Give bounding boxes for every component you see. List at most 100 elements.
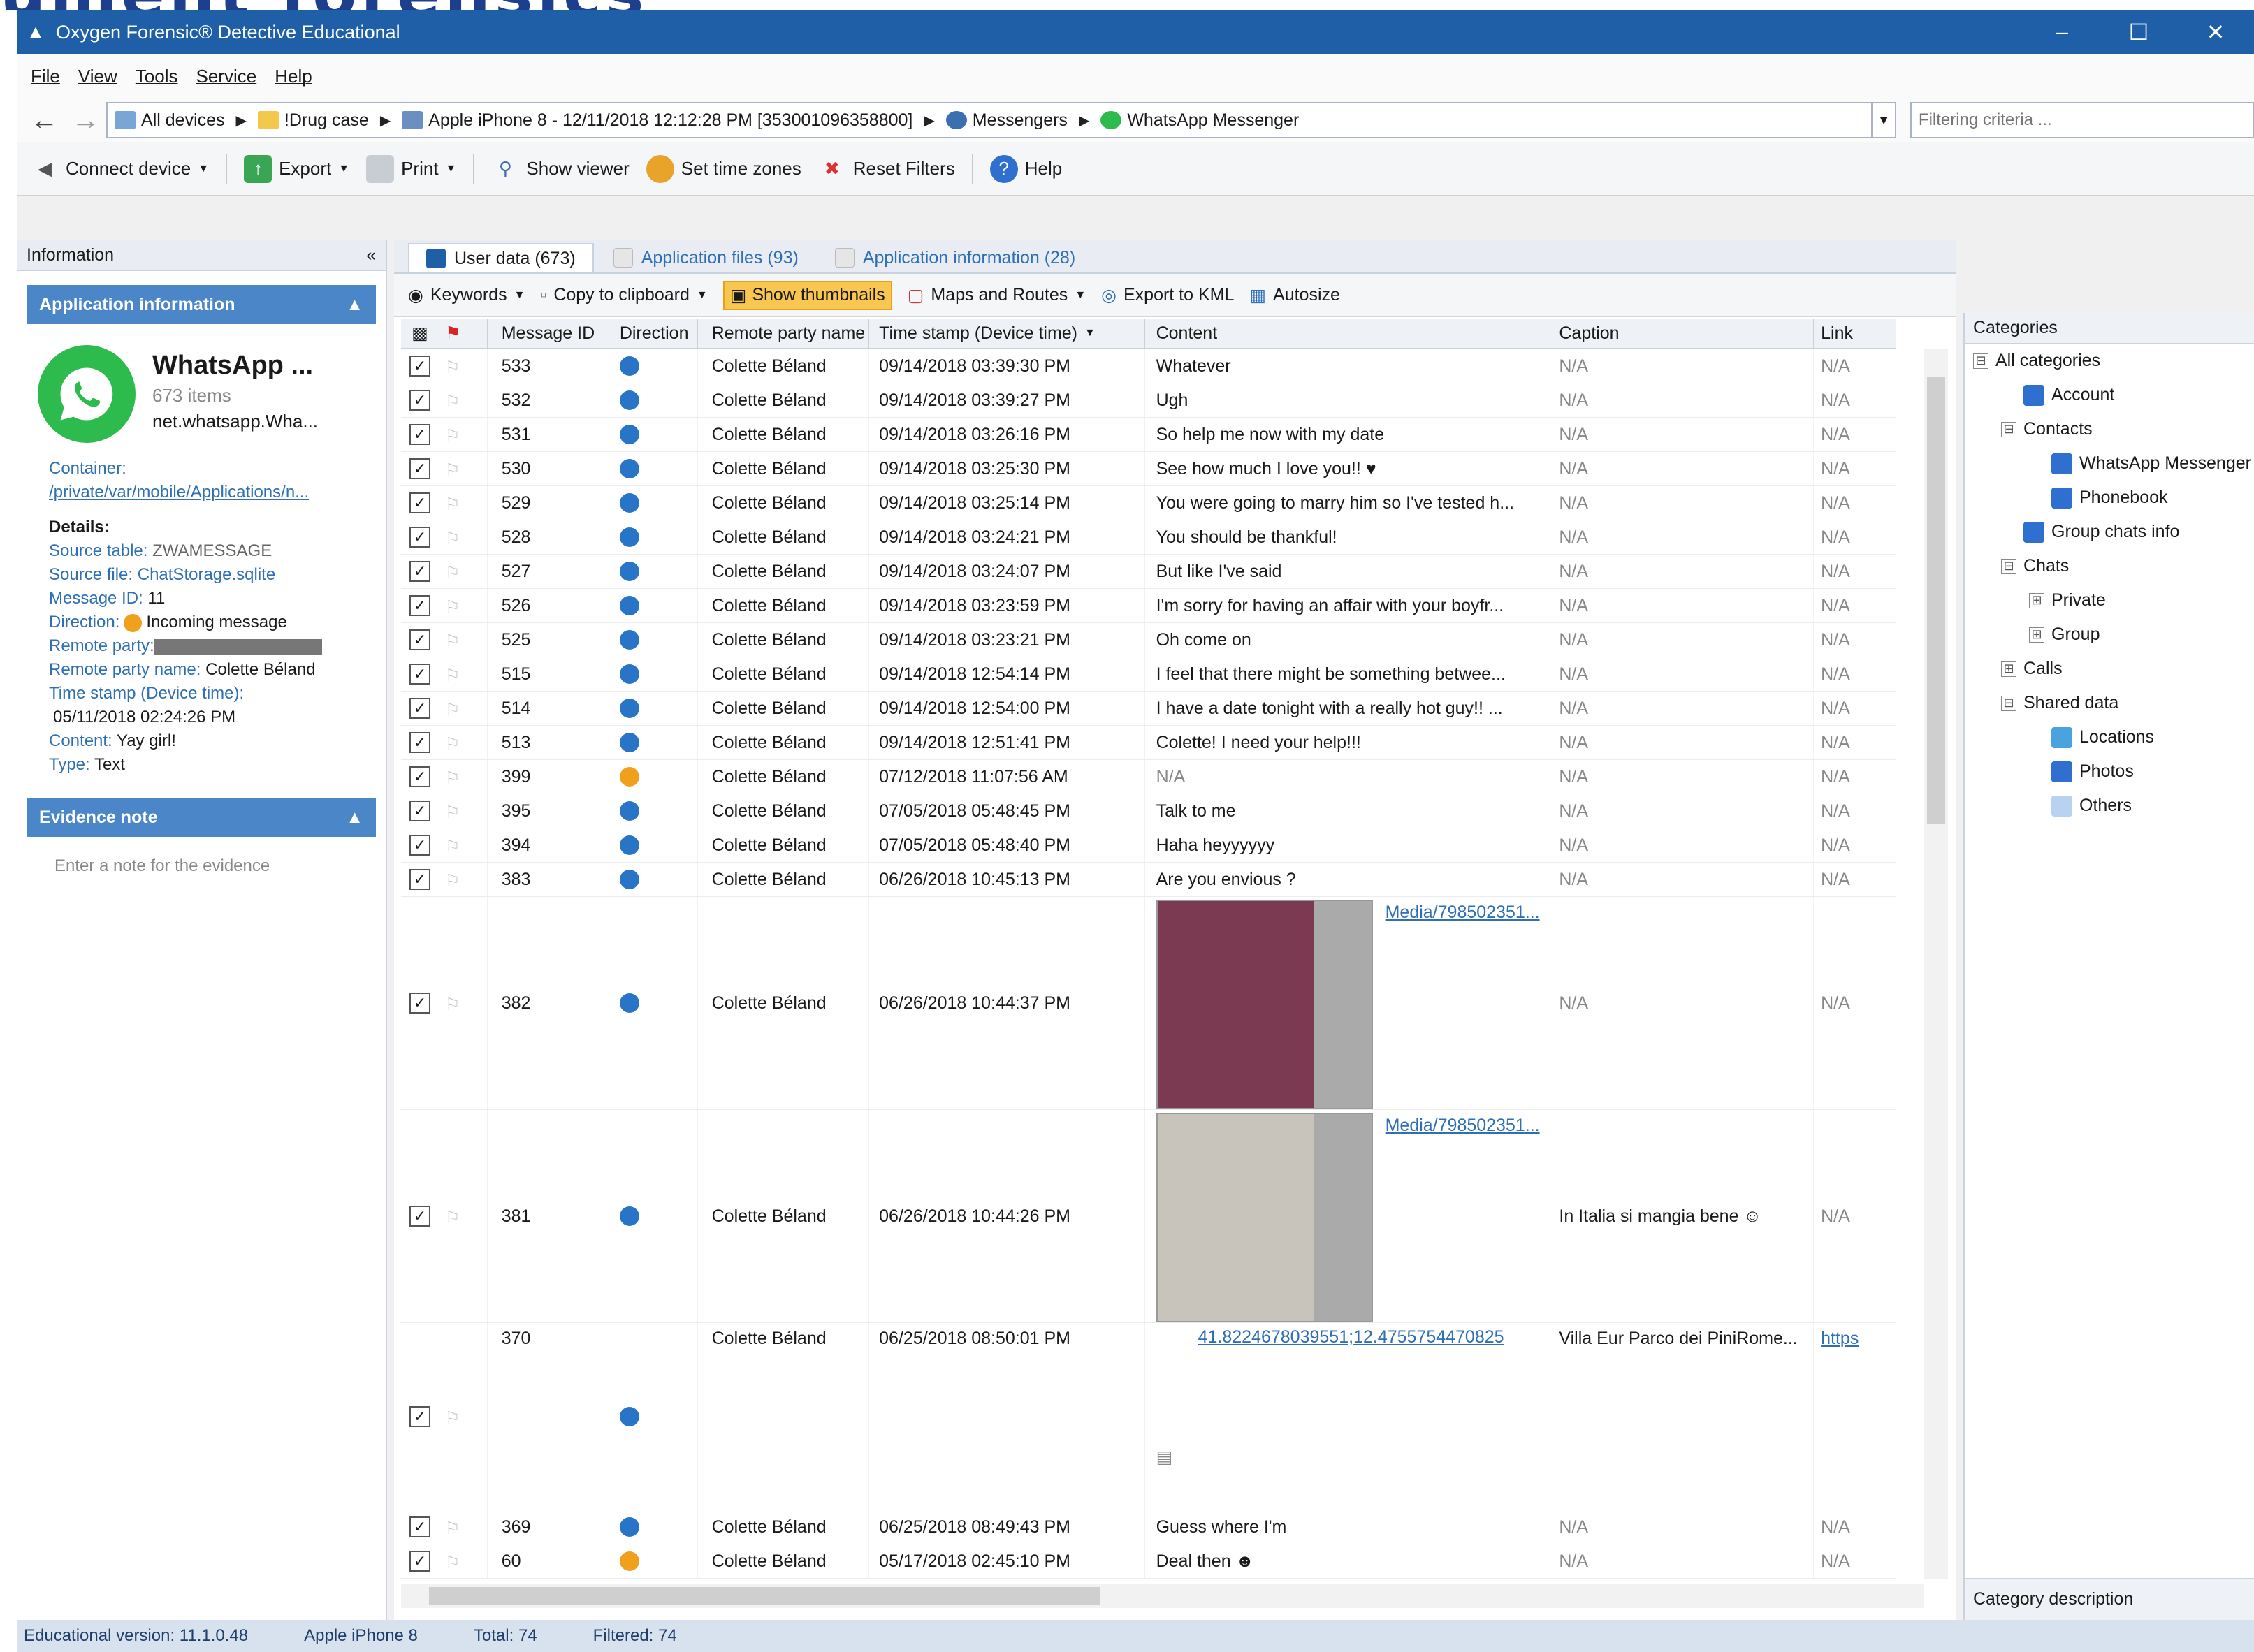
row-checkbox[interactable]: ✓ <box>409 595 430 616</box>
row-checkbox[interactable]: ✓ <box>409 801 430 821</box>
row-checkbox[interactable]: ✓ <box>409 424 430 445</box>
expand-toggle-icon[interactable]: ⊟ <box>2001 421 2016 437</box>
app-info-section-header[interactable]: Application information ▲ <box>27 285 376 324</box>
row-checkbox[interactable]: ✓ <box>409 1405 430 1427</box>
table-row[interactable]: ✓ ⚐ 526 Colette Béland 09/14/2018 03:23:… <box>401 589 1896 623</box>
flag-icon[interactable]: ⚐ <box>445 597 462 617</box>
help-button[interactable]: ? Help <box>989 154 1062 183</box>
vertical-scrollbar[interactable] <box>1924 349 1948 1579</box>
row-checkbox[interactable]: ✓ <box>409 835 430 856</box>
flag-icon[interactable]: ⚐ <box>445 1408 462 1428</box>
column-direction[interactable]: Direction <box>604 319 698 348</box>
expand-toggle-icon[interactable]: ⊟ <box>2001 695 2016 711</box>
table-row[interactable]: ✓ ⚐ 369 Colette Béland 06/25/2018 08:49:… <box>401 1510 1896 1544</box>
table-row[interactable]: ✓ ⚐ 370 Colette Béland 06/25/2018 08:50:… <box>401 1323 1896 1510</box>
row-checkbox[interactable]: ✓ <box>409 458 430 479</box>
flag-icon[interactable]: ⚐ <box>445 529 462 548</box>
table-row[interactable]: ✓ ⚐ 530 Colette Béland 09/14/2018 03:25:… <box>401 452 1896 486</box>
table-row[interactable]: ✓ ⚐ 531 Colette Béland 09/14/2018 03:26:… <box>401 418 1896 452</box>
category-node[interactable]: ⊞ Calls <box>1965 652 2254 686</box>
category-node[interactable]: Account <box>1965 378 2254 412</box>
row-checkbox[interactable]: ✓ <box>409 629 430 650</box>
crumb-whatsapp[interactable]: WhatsApp Messenger <box>1100 110 1299 131</box>
expand-toggle-icon[interactable]: ⊟ <box>2001 558 2016 574</box>
column-remote-party[interactable]: Remote party name <box>698 319 870 348</box>
crumb-case[interactable]: !Drug case <box>257 110 369 131</box>
row-checkbox[interactable]: ✓ <box>409 869 430 890</box>
column-content[interactable]: Content <box>1145 319 1551 348</box>
horizontal-scrollbar[interactable] <box>401 1584 1924 1608</box>
category-node[interactable]: Phonebook <box>1965 481 2254 515</box>
crumb-messengers[interactable]: Messengers <box>945 110 1068 131</box>
flag-icon[interactable]: ⚐ <box>445 460 462 480</box>
row-checkbox[interactable]: ✓ <box>409 766 430 787</box>
flag-icon[interactable]: ⚐ <box>445 392 462 411</box>
flag-icon[interactable]: ⚐ <box>445 1553 462 1572</box>
evidence-section-header[interactable]: Evidence note ▲ <box>27 798 376 837</box>
select-all-column-icon[interactable]: ▩ <box>401 319 439 348</box>
flag-icon[interactable]: ⚐ <box>445 734 462 754</box>
flag-column-icon[interactable]: ⚑ <box>439 319 488 348</box>
table-row[interactable]: ✓ ⚐ 532 Colette Béland 09/14/2018 03:39:… <box>401 383 1896 418</box>
coordinates-link[interactable]: 41.8224678039551;12.4755754470825 <box>1198 1327 1504 1347</box>
filter-input[interactable] <box>1910 102 2254 138</box>
keywords-button[interactable]: ◉ Keywords ▼ <box>408 285 525 306</box>
category-node[interactable]: ⊟ Shared data <box>1965 686 2254 720</box>
row-checkbox[interactable]: ✓ <box>409 1551 430 1572</box>
expand-toggle-icon[interactable]: ⊞ <box>2029 627 2044 643</box>
copy-clipboard-button[interactable]: ▫ Copy to clipboard ▼ <box>540 285 707 305</box>
scroll-thumb[interactable] <box>1927 377 1945 824</box>
menu-file[interactable]: File <box>31 66 60 87</box>
column-timestamp[interactable]: Time stamp (Device time) ▼ <box>869 319 1145 348</box>
autosize-button[interactable]: ▦ Autosize <box>1249 285 1340 306</box>
row-checkbox[interactable]: ✓ <box>409 1516 430 1537</box>
table-row[interactable]: ✓ ⚐ 525 Colette Béland 09/14/2018 03:23:… <box>401 623 1896 657</box>
flag-icon[interactable]: ⚐ <box>445 768 462 788</box>
flag-icon[interactable]: ⚐ <box>445 666 462 685</box>
expand-toggle-icon[interactable]: ⊟ <box>1973 353 1988 369</box>
connect-device-button[interactable]: ◀ Connect device ▼ <box>31 155 209 183</box>
table-row[interactable]: ✓ ⚐ 529 Colette Béland 09/14/2018 03:25:… <box>401 486 1896 520</box>
menu-view[interactable]: View <box>78 66 117 87</box>
minimize-button[interactable]: – <box>2023 19 2100 45</box>
flag-icon[interactable]: ⚐ <box>445 358 462 377</box>
evidence-note-input[interactable]: Enter a note for the evidence <box>17 837 386 876</box>
back-arrow-icon[interactable]: ← <box>24 105 65 136</box>
flag-icon[interactable]: ⚐ <box>445 803 462 822</box>
set-time-zones-button[interactable]: Set time zones <box>646 154 801 183</box>
flag-icon[interactable]: ⚐ <box>445 700 462 719</box>
flag-icon[interactable]: ⚐ <box>445 631 462 651</box>
photo-thumbnail[interactable] <box>1156 900 1373 1109</box>
collapse-arrow-icon[interactable]: ▲ <box>346 295 363 315</box>
container-path-link[interactable]: /private/var/mobile/Applications/n... <box>49 481 386 504</box>
forward-arrow-icon[interactable]: → <box>65 105 106 136</box>
flag-icon[interactable]: ⚐ <box>445 495 462 514</box>
flag-icon[interactable]: ⚐ <box>445 871 462 891</box>
tab-application-files[interactable]: Application files (93) <box>597 243 815 272</box>
reset-filters-button[interactable]: ✖ Reset Filters <box>818 155 955 183</box>
show-thumbnails-button[interactable]: ▣ Show thumbnails <box>722 280 892 310</box>
table-row[interactable]: ✓ ⚐ 394 Colette Béland 07/05/2018 05:48:… <box>401 828 1896 863</box>
expand-toggle-icon[interactable]: ⊞ <box>2001 661 2016 677</box>
category-node[interactable]: WhatsApp Messenger <box>1965 446 2254 481</box>
collapse-arrow-icon[interactable]: ▲ <box>346 807 363 828</box>
row-checkbox[interactable]: ✓ <box>409 356 430 377</box>
print-button[interactable]: Print ▼ <box>366 154 456 183</box>
export-kml-button[interactable]: ◎ Export to KML <box>1101 285 1234 306</box>
breadcrumb[interactable]: All devices ▶ !Drug case ▶ Apple iPhone … <box>106 102 1873 138</box>
photo-thumbnail[interactable] <box>1156 1113 1373 1322</box>
menu-service[interactable]: Service <box>196 66 257 87</box>
crumb-all-devices[interactable]: All devices <box>115 110 225 131</box>
column-link[interactable]: Link <box>1814 319 1896 348</box>
flag-icon[interactable]: ⚐ <box>445 563 462 583</box>
row-checkbox[interactable]: ✓ <box>409 492 430 513</box>
expand-toggle-icon[interactable]: ⊞ <box>2029 592 2044 608</box>
row-checkbox[interactable]: ✓ <box>409 993 430 1014</box>
category-node[interactable]: ⊟ All categories <box>1965 344 2254 378</box>
close-button[interactable]: ✕ <box>2177 19 2254 45</box>
menu-help[interactable]: Help <box>275 66 312 87</box>
menu-tools[interactable]: Tools <box>136 66 178 87</box>
row-checkbox[interactable]: ✓ <box>409 527 430 548</box>
table-row[interactable]: ✓ ⚐ 514 Colette Béland 09/14/2018 12:54:… <box>401 692 1896 726</box>
table-row[interactable]: ✓ ⚐ 513 Colette Béland 09/14/2018 12:51:… <box>401 726 1896 760</box>
